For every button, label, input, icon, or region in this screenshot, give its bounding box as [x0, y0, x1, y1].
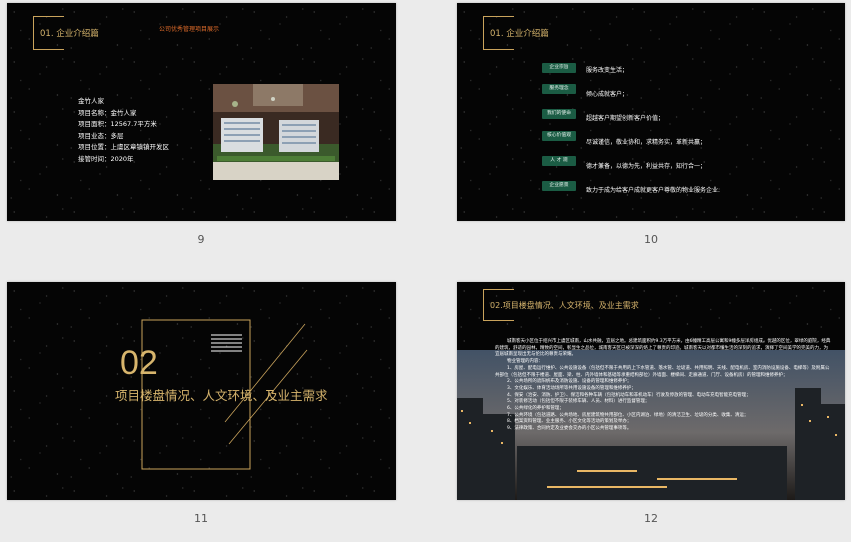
value-text: 服务改变生活；: [586, 67, 629, 74]
text-paragraph: 3、文化娱乐、体育活动场所等共用设施设备的管理和维修养护；: [507, 385, 636, 391]
slide-thumbnail-11[interactable]: 02 项目楼盘情况、人文环境、及业主需求: [7, 282, 396, 500]
slide-thumbnail-9[interactable]: 01. 企业介绍篇 公司优秀管理项目展示 金竹人家 项目名称：金竹人家 项目面积…: [7, 3, 396, 221]
text-paragraph: 物业管理的内容：: [507, 359, 543, 365]
value-badge: 人 才 观: [542, 156, 576, 166]
info-line: 项目名称：金竹人家: [78, 108, 137, 117]
slide-top-label: 公司优秀管理项目展示: [159, 26, 220, 33]
value-badge: 企业愿景: [542, 181, 576, 191]
section-title: 01. 企业介绍篇: [490, 29, 549, 39]
value-text: 超越客户期望创新客户价值；: [586, 115, 665, 122]
value-badge: 企业宗旨: [542, 63, 576, 73]
info-line: 项目业态：多层: [78, 131, 124, 140]
slide-thumbnail-10[interactable]: 01. 企业介绍篇 企业宗旨 服务改变生活； 服务理念 倾心成就客户； 我们的使…: [457, 3, 845, 221]
text-paragraph: 1、房屋、配电运行维护、公共设施设备（包括但不限于共用的上下水管道、落水管、垃圾…: [495, 365, 830, 378]
value-text: 德才兼备，以德为先，利益共存，知行合一；: [586, 163, 707, 170]
info-line: 项目位置：上虞区章镇镇开发区: [78, 143, 169, 151]
value-badge: 我们的使命: [542, 109, 576, 119]
info-line: 金竹人家: [78, 97, 104, 105]
text-paragraph: 城南客天小区位于绍兴市上虞区城南，山水共融，宜居之地。总建筑面积约9.3万平方米…: [495, 339, 831, 358]
info-line: 接管时间：2020年: [78, 154, 134, 163]
value-badge: 服务理念: [542, 84, 576, 94]
slide-number: 10: [644, 233, 658, 246]
text-paragraph: 6、公共绿化的养护和管理；: [507, 406, 564, 412]
value-text: 致力于成为给客户成就更客户尊敬的物业服务企业.: [586, 187, 720, 194]
body-text: 城南客天小区位于绍兴市上虞区城南，山水共融，宜居之地。总建筑面积约9.3万平方米…: [495, 339, 831, 433]
section-title: 01. 企业介绍篇: [40, 29, 99, 39]
value-badge: 核心价值观: [542, 131, 576, 141]
section-title: 02.项目楼盘情况、人文环境、及业主需求: [490, 301, 639, 310]
value-text: 倾心成就客户；: [586, 91, 629, 98]
slide-number: 12: [644, 512, 658, 525]
section-number: 02: [120, 344, 158, 382]
slide-thumbnail-12[interactable]: 02.项目楼盘情况、人文环境、及业主需求 城南客天小区位于绍兴市上虞区城南，山水…: [457, 282, 845, 500]
info-line: 项目面积：12567.7平方米: [78, 120, 157, 128]
project-info: 金竹人家 项目名称：金竹人家 项目面积：12567.7平方米 项目业态：多层 项…: [78, 96, 169, 165]
slide-number: 9: [197, 233, 205, 246]
slide-number: 11: [194, 512, 208, 525]
project-model-photo: [213, 84, 339, 180]
text-paragraph: 9、法律政策、合同约定及业委会交办的小区公共管理事项等。: [507, 426, 632, 432]
text-paragraph: 2、公共场所的遮阳帆布及消防设施、设备的管理和维修养护；: [507, 379, 632, 385]
section-heading: 项目楼盘情况、人文环境、及业主需求: [115, 388, 328, 403]
value-text: 尽诚谨信，敬业协和，求精务实，革新共赢；: [586, 139, 707, 146]
